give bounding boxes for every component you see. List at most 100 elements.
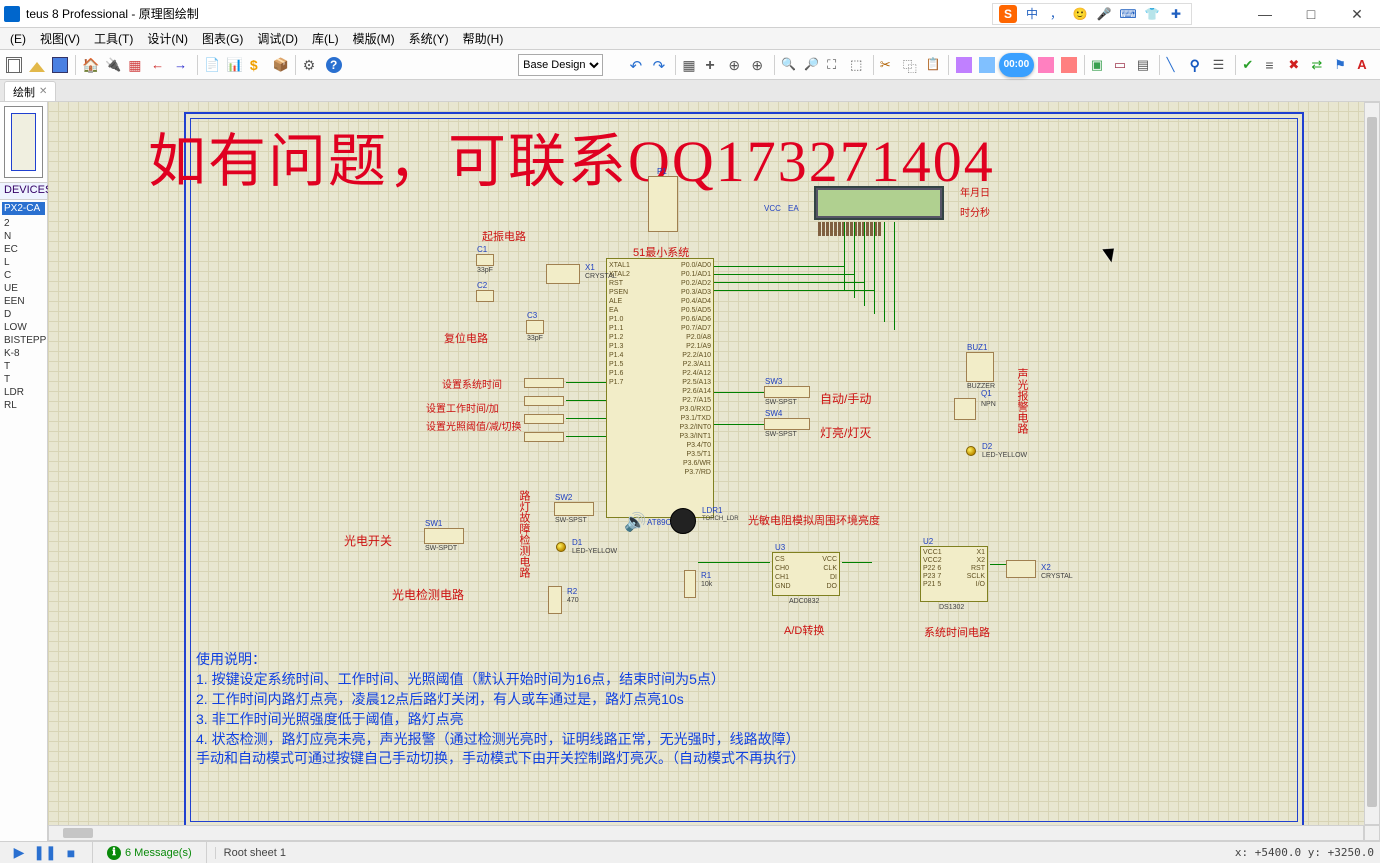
tb-grid[interactable] bbox=[680, 53, 701, 77]
device-item[interactable]: PX2-CA bbox=[2, 202, 45, 215]
component-x1[interactable]: X1 CRYSTAL bbox=[546, 264, 580, 284]
ime-punct[interactable]: ， bbox=[1047, 5, 1065, 23]
tb-zoom-out[interactable] bbox=[802, 53, 823, 77]
ime-skin-icon[interactable]: 👕 bbox=[1143, 5, 1161, 23]
component-d1-led[interactable] bbox=[556, 542, 566, 552]
menu-system[interactable]: 系统(Y) bbox=[403, 28, 455, 49]
device-item[interactable]: T bbox=[2, 360, 45, 373]
tb-redo[interactable] bbox=[650, 53, 671, 77]
component-mcu[interactable]: XTAL1XTAL2RSTPSENALEEAP1.0P1.1P1.2P1.3P1… bbox=[606, 258, 714, 518]
component-btn-4[interactable] bbox=[524, 432, 564, 442]
sim-stop-button[interactable]: ■ bbox=[58, 843, 84, 863]
ime-emoji-icon[interactable]: 🙂 bbox=[1071, 5, 1089, 23]
component-q1[interactable]: Q1 NPN bbox=[954, 398, 976, 420]
device-item[interactable]: 2 bbox=[2, 217, 45, 230]
component-u3[interactable]: U3 CSCH0CH1GND VCCCLKDIDO ADC0832 bbox=[772, 552, 840, 596]
scrollbar-vertical[interactable] bbox=[1364, 102, 1380, 825]
tb-zoom-fit[interactable] bbox=[825, 53, 846, 77]
tb-block-del[interactable] bbox=[1059, 53, 1080, 77]
tb-snap[interactable] bbox=[703, 53, 724, 77]
menu-view[interactable]: 视图(V) bbox=[34, 28, 86, 49]
tb-zoom-sel[interactable] bbox=[848, 53, 869, 77]
ime-keyboard-icon[interactable]: ⌨ bbox=[1119, 5, 1137, 23]
component-r1[interactable]: R1 10k bbox=[684, 570, 696, 598]
tb-xls[interactable] bbox=[224, 53, 245, 77]
tab-close-icon[interactable]: ✕ bbox=[39, 86, 47, 97]
scrollbar-horizontal[interactable] bbox=[48, 825, 1364, 841]
device-item[interactable]: C bbox=[2, 269, 45, 282]
devices-list[interactable]: PX2-CA2NECLCUEEENDLOWBISTEPPK-8TTLDRRL bbox=[0, 200, 47, 841]
messages-button[interactable]: 6 Message(s) bbox=[101, 846, 198, 860]
component-r2[interactable]: R2 470 bbox=[548, 586, 562, 614]
sim-pause-button[interactable]: ❚❚ bbox=[32, 843, 58, 863]
component-lcd[interactable] bbox=[814, 186, 944, 220]
menu-template[interactable]: 模版(M) bbox=[347, 28, 401, 49]
device-item[interactable]: EC bbox=[2, 243, 45, 256]
device-item[interactable]: T bbox=[2, 373, 45, 386]
component-btn-1[interactable] bbox=[524, 378, 564, 388]
tb-prop[interactable] bbox=[1210, 53, 1231, 77]
component-c1[interactable]: C1 33pF bbox=[476, 254, 494, 266]
menu-help[interactable]: 帮助(H) bbox=[457, 28, 510, 49]
tb-flag[interactable] bbox=[1332, 53, 1353, 77]
device-item[interactable]: D bbox=[2, 308, 45, 321]
tb-pkg[interactable] bbox=[270, 53, 291, 77]
tb-zoom-in[interactable] bbox=[779, 53, 800, 77]
schematic-canvas[interactable]: 如有问题，可联系QQ173271404 XTAL1XTAL2RSTPSENALE… bbox=[48, 102, 1380, 841]
component-p1[interactable]: P1 bbox=[648, 176, 678, 232]
tb-find[interactable] bbox=[1187, 53, 1208, 77]
component-x2[interactable]: X2 CRYSTAL bbox=[1006, 560, 1036, 578]
tb-cut[interactable] bbox=[877, 53, 898, 77]
close-button[interactable]: ✕ bbox=[1334, 0, 1380, 28]
component-btn-2[interactable] bbox=[524, 396, 564, 406]
tb-block-move[interactable] bbox=[976, 53, 997, 77]
tb-paste[interactable] bbox=[923, 53, 944, 77]
component-sw3[interactable]: SW3 SW-SPST bbox=[764, 386, 810, 398]
design-variant-select[interactable]: Base Design bbox=[518, 54, 603, 76]
device-item[interactable]: K-8 bbox=[2, 347, 45, 360]
component-sw1[interactable]: SW1 SW-SPDT bbox=[424, 528, 464, 544]
tb-merge[interactable] bbox=[1309, 53, 1330, 77]
component-u2[interactable]: U2 VCC1VCC2P22 6P23 7P21 5 X1X2RSTSCLKI/… bbox=[920, 546, 988, 602]
tb-make-pkg[interactable] bbox=[1111, 53, 1132, 77]
component-btn-3[interactable] bbox=[524, 414, 564, 424]
tb-schematic[interactable] bbox=[103, 53, 124, 77]
tb-back[interactable] bbox=[149, 53, 170, 77]
menu-design[interactable]: 设计(N) bbox=[141, 28, 194, 49]
tb-erc[interactable] bbox=[1240, 53, 1261, 77]
tb-delete[interactable] bbox=[1286, 53, 1307, 77]
tb-block-rot[interactable] bbox=[1036, 53, 1057, 77]
menu-edit[interactable]: (E) bbox=[4, 30, 32, 48]
tb-save[interactable] bbox=[50, 53, 71, 77]
tb-doc1[interactable] bbox=[201, 53, 222, 77]
ime-toolbar[interactable]: S 中 ， 🙂 🎤 ⌨ 👕 ✚ bbox=[992, 3, 1192, 25]
tb-copy[interactable] bbox=[900, 53, 921, 77]
overview-panel[interactable] bbox=[4, 106, 43, 178]
menu-debug[interactable]: 调试(D) bbox=[251, 28, 304, 49]
tb-net[interactable] bbox=[1263, 53, 1284, 77]
tb-bom[interactable] bbox=[247, 53, 268, 77]
tb-text[interactable] bbox=[1355, 53, 1376, 77]
component-sw4[interactable]: SW4 SW-SPST bbox=[764, 418, 810, 430]
component-c2[interactable]: C2 bbox=[476, 290, 494, 302]
component-ldr[interactable] bbox=[670, 508, 696, 534]
tb-block-copy[interactable] bbox=[953, 53, 974, 77]
device-item[interactable]: LOW bbox=[2, 321, 45, 334]
tb-origin[interactable] bbox=[726, 53, 747, 77]
ime-voice-icon[interactable]: 🎤 bbox=[1095, 5, 1113, 23]
component-sw2[interactable]: SW2 SW-SPST bbox=[554, 502, 594, 516]
sim-play-button[interactable]: ▶ bbox=[6, 843, 32, 863]
tb-help[interactable] bbox=[323, 53, 344, 77]
tb-new[interactable] bbox=[4, 53, 25, 77]
device-item[interactable]: RL bbox=[2, 399, 45, 412]
menu-tools[interactable]: 工具(T) bbox=[88, 28, 139, 49]
device-item[interactable]: N bbox=[2, 230, 45, 243]
component-c3[interactable]: C3 33pF bbox=[526, 320, 544, 334]
tb-pick[interactable] bbox=[1088, 53, 1109, 77]
tb-forward[interactable] bbox=[172, 53, 193, 77]
tb-lib[interactable] bbox=[1134, 53, 1155, 77]
ime-more-icon[interactable]: ✚ bbox=[1167, 5, 1185, 23]
tb-wire-auto[interactable] bbox=[1164, 53, 1185, 77]
tb-settings[interactable] bbox=[300, 53, 321, 77]
device-item[interactable]: L bbox=[2, 256, 45, 269]
